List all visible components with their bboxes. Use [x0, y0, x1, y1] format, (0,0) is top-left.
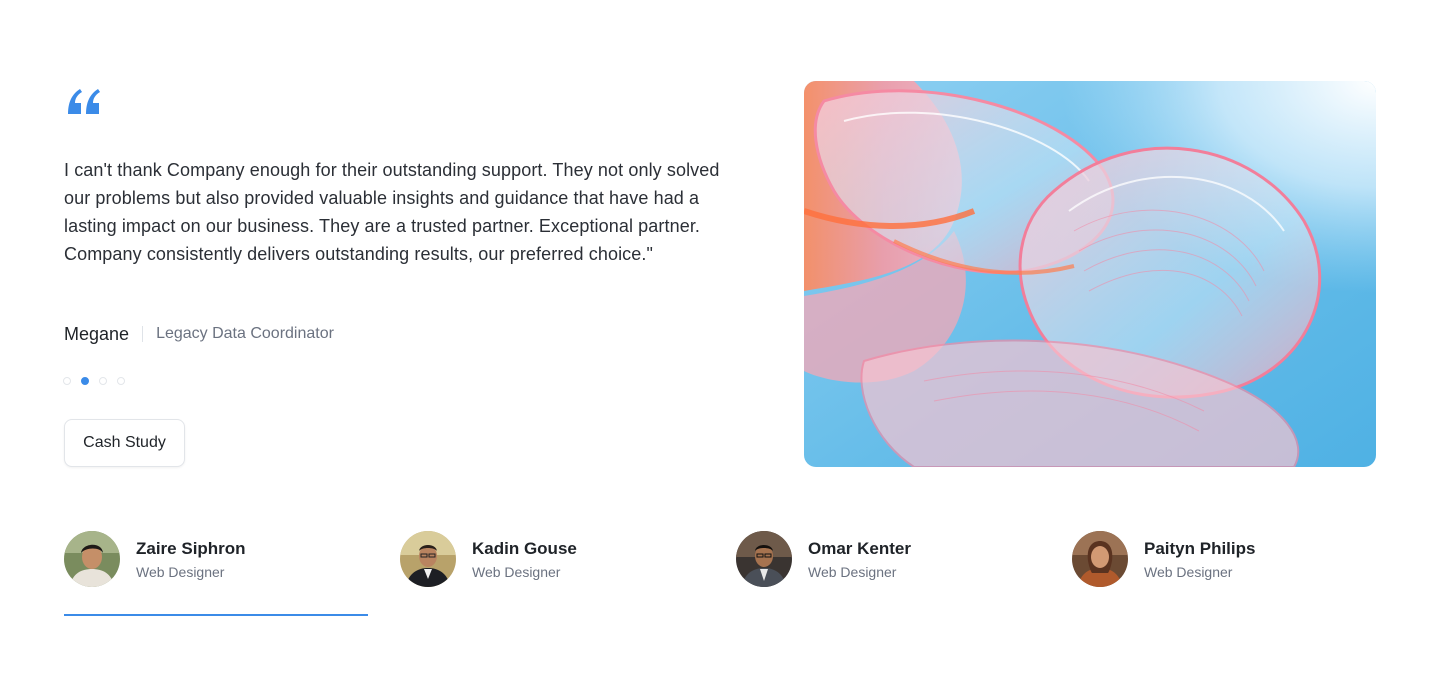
author-divider — [142, 326, 144, 342]
slider-pagination — [63, 377, 125, 385]
person-name: Paityn Philips — [1144, 539, 1256, 558]
slider-dot-3[interactable] — [99, 377, 107, 385]
person-name: Zaire Siphron — [136, 539, 246, 558]
person-tab-3[interactable]: Omar Kenter Web Designer — [736, 531, 1040, 621]
testimonial-author: Megane Legacy Data Coordinator — [64, 320, 334, 348]
person-role: Web Designer — [136, 564, 225, 580]
testimonial-section: I can't thank Company enough for their o… — [0, 0, 1440, 697]
quote-icon — [68, 89, 100, 114]
person-name: Kadin Gouse — [472, 539, 577, 558]
slider-dot-1[interactable] — [63, 377, 71, 385]
active-tab-indicator — [64, 614, 368, 616]
avatar — [736, 531, 792, 587]
person-tab-1[interactable]: Zaire Siphron Web Designer — [64, 531, 368, 621]
author-role: Legacy Data Coordinator — [156, 325, 334, 342]
person-tab-4[interactable]: Paityn Philips Web Designer — [1072, 531, 1376, 621]
people-selector: Zaire Siphron Web Designer Kadin Gouse W… — [64, 531, 1376, 621]
avatar — [64, 531, 120, 587]
hero-image — [804, 81, 1376, 467]
person-role: Web Designer — [808, 564, 897, 580]
slider-dot-4[interactable] — [117, 377, 125, 385]
case-study-button[interactable]: Cash Study — [64, 419, 185, 467]
testimonial-quote: I can't thank Company enough for their o… — [64, 160, 720, 264]
avatar — [400, 531, 456, 587]
author-name: Megane — [64, 323, 130, 344]
person-tab-2[interactable]: Kadin Gouse Web Designer — [400, 531, 704, 621]
slider-dot-2[interactable] — [81, 377, 89, 385]
person-role: Web Designer — [1144, 564, 1233, 580]
person-name: Omar Kenter — [808, 539, 911, 558]
person-role: Web Designer — [472, 564, 561, 580]
avatar — [1072, 531, 1128, 587]
